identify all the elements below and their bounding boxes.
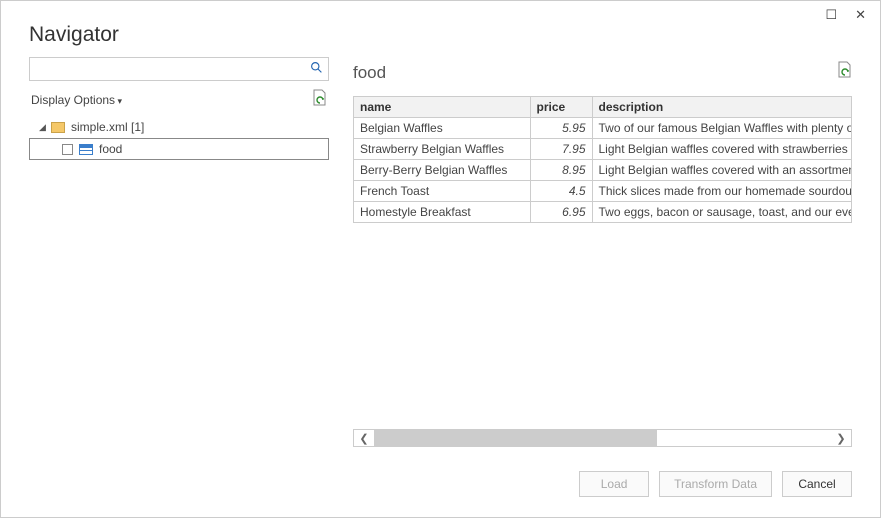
horizontal-scrollbar[interactable]: ❮ ❯ [353,429,852,447]
cell-name: Berry-Berry Belgian Waffles [354,160,530,181]
column-header[interactable]: name [354,97,530,118]
cancel-button[interactable]: Cancel [782,471,852,497]
search-icon[interactable] [310,61,323,77]
tree-child-label: food [99,142,122,156]
cell-name: Strawberry Belgian Waffles [354,139,530,160]
refresh-icon[interactable] [311,89,327,110]
column-header[interactable]: price [530,97,592,118]
table-row[interactable]: Strawberry Belgian Waffles7.95Light Belg… [354,139,852,160]
scroll-left-icon[interactable]: ❮ [354,432,374,445]
cell-description: Light Belgian waffles covered with straw… [592,139,852,160]
cell-name: French Toast [354,181,530,202]
scroll-right-icon[interactable]: ❯ [831,432,851,445]
preview-title: food [353,63,386,83]
cell-name: Belgian Waffles [354,118,530,139]
cell-price: 6.95 [530,202,592,223]
cell-price: 7.95 [530,139,592,160]
cell-price: 4.5 [530,181,592,202]
close-icon[interactable]: ✕ [855,7,866,31]
maximize-icon[interactable]: ☐ [825,7,837,31]
collapse-arrow-icon[interactable]: ◢ [39,122,49,133]
cell-description: Two of our famous Belgian Waffles with p… [592,118,852,139]
page-title: Navigator [29,23,852,47]
load-button[interactable]: Load [579,471,649,497]
table-row[interactable]: Homestyle Breakfast6.95Two eggs, bacon o… [354,202,852,223]
display-options-dropdown[interactable]: Display Options [31,93,122,107]
search-input[interactable] [29,57,329,81]
table-row[interactable]: French Toast4.5Thick slices made from ou… [354,181,852,202]
transform-data-button[interactable]: Transform Data [659,471,772,497]
folder-icon [51,122,65,133]
cell-price: 8.95 [530,160,592,181]
column-header[interactable]: description [592,97,852,118]
table-row[interactable]: Belgian Waffles5.95Two of our famous Bel… [354,118,852,139]
preview-table: name price description Belgian Waffles5.… [354,97,852,223]
tree-root-label: simple.xml [1] [71,120,144,134]
cell-description: Thick slices made from our homemade sour… [592,181,852,202]
cell-name: Homestyle Breakfast [354,202,530,223]
refresh-icon[interactable] [836,61,852,84]
tree-child-item[interactable]: food [29,138,329,160]
scrollbar-thumb[interactable] [374,430,657,446]
cell-description: Light Belgian waffles covered with an as… [592,160,852,181]
table-icon [79,144,93,155]
cell-price: 5.95 [530,118,592,139]
checkbox[interactable] [62,144,73,155]
tree-root-item[interactable]: ◢ simple.xml [1] [29,116,329,138]
cell-description: Two eggs, bacon or sausage, toast, and o… [592,202,852,223]
table-row[interactable]: Berry-Berry Belgian Waffles8.95Light Bel… [354,160,852,181]
